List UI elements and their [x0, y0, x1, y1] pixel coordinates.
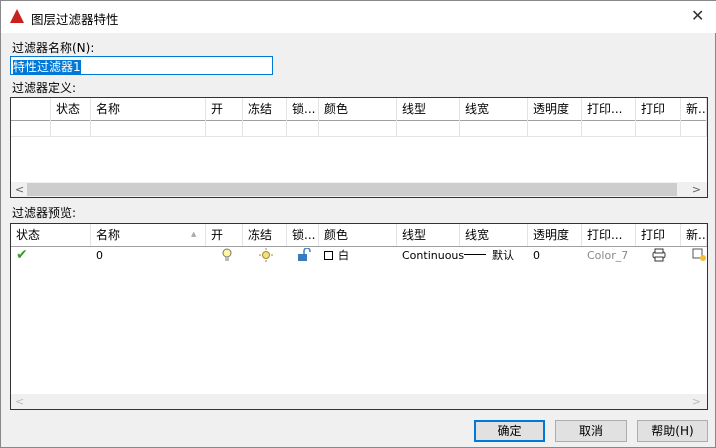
header-divider [11, 120, 707, 121]
column-header[interactable]: 透明度 [528, 98, 582, 120]
filter-preview-grid[interactable]: ✔ 0 白 Continuous 默认 0 Color_7 < > 状态 名称开冻… [10, 223, 708, 410]
cell-divider [90, 120, 91, 136]
cell-divider [706, 120, 707, 136]
color-swatch [324, 251, 333, 260]
column-header[interactable]: 新... [681, 224, 707, 246]
unlock-icon[interactable] [292, 247, 313, 265]
plot-style-cell[interactable]: Color_7 [582, 247, 628, 264]
column-header[interactable]: 开 [206, 224, 243, 246]
scroll-left-icon[interactable]: < [15, 182, 24, 197]
sun-icon[interactable] [253, 248, 274, 265]
column-header[interactable]: 锁... [287, 224, 319, 246]
window-title: 图层过滤器特性 [31, 12, 119, 27]
filter-definition-label: 过滤器定义: [12, 81, 77, 95]
column-header[interactable]: 打印 [636, 98, 681, 120]
column-header[interactable]: 线宽 [460, 224, 528, 246]
cell-divider [680, 120, 681, 136]
cell-divider [635, 120, 636, 136]
cell-divider [318, 120, 319, 136]
cell-divider [581, 120, 582, 136]
lineweight-sample [464, 254, 486, 255]
cell-divider [527, 120, 528, 136]
column-header[interactable]: 线宽 [460, 98, 528, 120]
scroll-thumb[interactable] [27, 183, 677, 196]
scroll-right-icon[interactable]: > [692, 394, 701, 409]
filter-preview-label: 过滤器预览: [12, 206, 77, 220]
filter-definition-grid[interactable]: < > 状态名称开冻结锁...颜色线型线宽透明度打印...打印新... [10, 97, 708, 198]
column-header[interactable]: 颜色 [319, 98, 397, 120]
linetype-cell[interactable]: Continuous [397, 247, 464, 264]
scroll-right-icon[interactable]: > [692, 182, 701, 197]
new-vp-freeze-icon[interactable] [687, 248, 708, 265]
cell-divider [205, 120, 206, 136]
transparency-cell[interactable]: 0 [528, 247, 540, 264]
cell-divider [459, 120, 460, 136]
row-divider [11, 136, 707, 137]
column-header[interactable]: 锁... [287, 98, 319, 120]
column-header[interactable]: 线型 [397, 98, 460, 120]
close-icon[interactable]: ✕ [691, 6, 704, 25]
column-header[interactable]: 颜色 [319, 224, 397, 246]
filter-name-input[interactable]: 特性过滤器1 [10, 56, 273, 75]
lineweight-value: 默认 [492, 249, 514, 262]
cancel-button[interactable]: 取消 [555, 420, 627, 442]
column-header[interactable]: 状态 [51, 98, 91, 120]
cell-divider [50, 120, 51, 136]
column-header[interactable]: 打印... [582, 224, 636, 246]
column-header[interactable]: 冻结 [243, 98, 287, 120]
column-header[interactable]: 线型 [397, 224, 460, 246]
preview-hscrollbar[interactable]: < > [11, 394, 707, 409]
color-name: 白 [338, 249, 349, 262]
column-header[interactable]: 名称 [91, 224, 206, 246]
status-check-icon: ✔ [16, 247, 28, 263]
ok-button[interactable]: 确定 [474, 420, 545, 442]
definition-hscrollbar[interactable]: < > [11, 182, 707, 197]
help-button[interactable]: 帮助(H) [637, 420, 708, 442]
filter-name-label: 过滤器名称(N): [12, 41, 95, 55]
scroll-left-icon[interactable]: < [15, 394, 24, 409]
color-cell[interactable]: 白 [319, 247, 349, 264]
printer-icon[interactable] [646, 248, 667, 265]
column-header[interactable] [11, 98, 51, 120]
column-header[interactable]: 透明度 [528, 224, 582, 246]
column-header[interactable]: 打印 [636, 224, 681, 246]
column-header[interactable]: 名称 [91, 98, 206, 120]
lineweight-cell[interactable]: 默认 [459, 247, 514, 264]
column-header[interactable]: 状态 [11, 224, 91, 246]
column-header[interactable]: 打印... [582, 98, 636, 120]
column-header[interactable]: 开 [206, 98, 243, 120]
autocad-logo-icon [10, 9, 24, 23]
filter-name-value: 特性过滤器1 [13, 60, 81, 74]
column-header[interactable]: 冻结 [243, 224, 287, 246]
row-name[interactable]: 0 [91, 247, 103, 264]
column-header[interactable]: 新... [681, 98, 707, 120]
cell-divider [286, 120, 287, 136]
title-bar: 图层过滤器特性 ✕ [1, 1, 716, 33]
sort-ascending-icon[interactable]: ▲ [191, 230, 196, 238]
cell-divider [396, 120, 397, 136]
cell-divider [242, 120, 243, 136]
bulb-icon[interactable] [216, 248, 233, 265]
